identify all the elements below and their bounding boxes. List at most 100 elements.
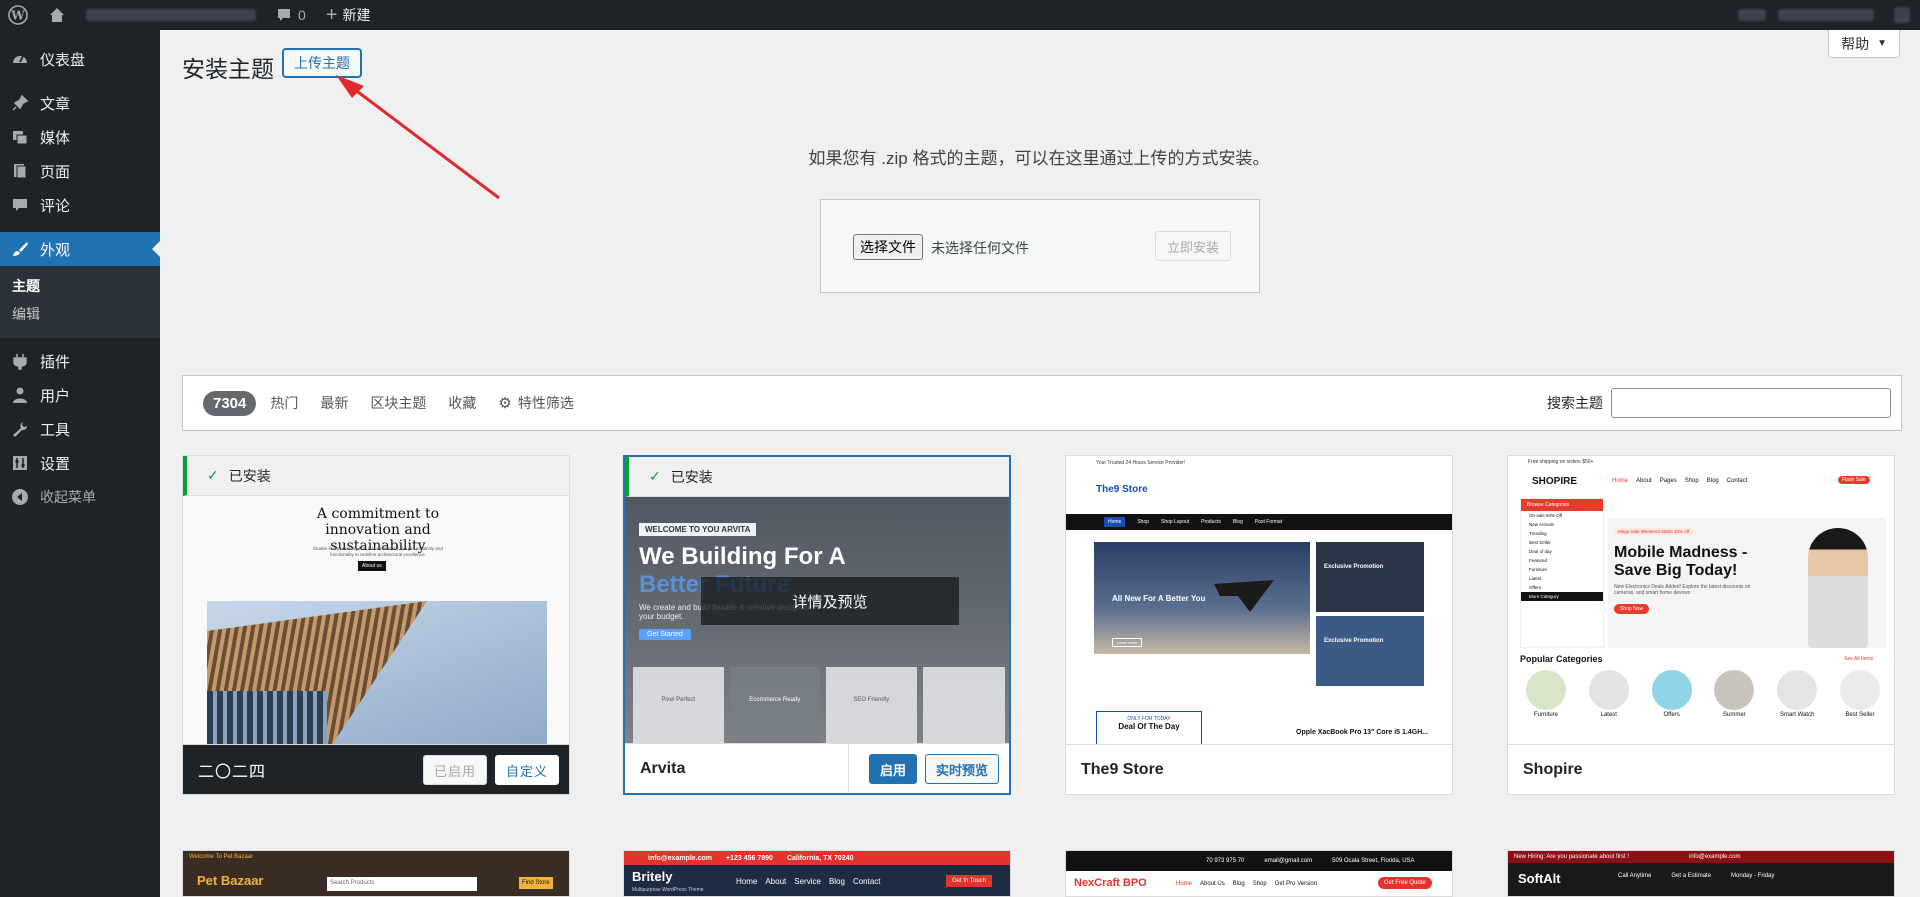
shot-button: Get Free Quote bbox=[1378, 877, 1432, 889]
shot-nav-item: Blog bbox=[1706, 478, 1719, 484]
theme-card-the9-store[interactable]: Your Trusted 24 Hours Service Provider! … bbox=[1065, 455, 1453, 795]
search-themes-input[interactable] bbox=[1611, 388, 1891, 418]
live-preview-button[interactable]: 实时预览 bbox=[924, 754, 999, 784]
theme-card-arvita[interactable]: ✓ 已安装 WELCOME TO YOU ARVITA We Building … bbox=[623, 455, 1011, 795]
dashboard-icon bbox=[10, 49, 30, 69]
shot-button: Get Started bbox=[639, 629, 691, 640]
shot-hours: Monday - Friday bbox=[1731, 873, 1775, 879]
choose-file-button[interactable]: 选择文件 bbox=[853, 234, 923, 260]
sidebar-item-appearance[interactable]: 外观 bbox=[0, 232, 160, 266]
theme-card-shopire[interactable]: Free shipping on orders $50+ SHOPIRE Hom… bbox=[1507, 455, 1895, 795]
theme-card-softalt[interactable]: New Hiring: Are you passionate about fir… bbox=[1507, 850, 1895, 897]
shot-topline: Free shipping on orders $50+ bbox=[1528, 459, 1594, 465]
submenu-item-themes[interactable]: 主题 bbox=[0, 272, 160, 300]
theme-name-bar: Shopire bbox=[1508, 744, 1894, 794]
home-icon[interactable] bbox=[38, 0, 76, 30]
sidebar-collapse-menu[interactable]: 收起菜单 bbox=[0, 480, 160, 514]
theme-name: Shopire bbox=[1523, 760, 1583, 778]
activated-button[interactable]: 已启用 bbox=[422, 755, 487, 785]
installed-banner: ✓ 已安装 bbox=[183, 456, 569, 496]
upload-theme-button[interactable]: 上传主题 bbox=[282, 48, 362, 78]
sidebar-item-users[interactable]: 用户 bbox=[0, 378, 160, 412]
shot-nav-item: Shop bbox=[1252, 881, 1267, 887]
wrench-icon bbox=[10, 419, 30, 439]
pin-icon bbox=[10, 93, 30, 113]
shot-logo: The9 Store bbox=[1096, 484, 1148, 495]
main-content: 帮助 ▼ 安装主题 上传主题 如果您有 .zip 格式的主题，可以在这里通过上传… bbox=[160, 30, 1920, 897]
shot-popular-item: Smart Watch bbox=[1779, 712, 1815, 718]
page-icon bbox=[10, 161, 30, 181]
filter-latest[interactable]: 最新 bbox=[320, 393, 348, 413]
installed-banner: ✓ 已安装 bbox=[625, 457, 1009, 497]
shot-address: 509 Ocala Street, Florida, USA bbox=[1332, 858, 1415, 864]
help-label: 帮助 bbox=[1841, 35, 1870, 52]
shot-popular-item: Best Seller bbox=[1845, 712, 1875, 718]
theme-card-nexcraft-bpo[interactable]: 70 973 975 70 email@gmail.com 509 Ocala … bbox=[1065, 850, 1453, 897]
admin-sidebar: 仪表盘 文章 媒体 页面 评论 外观 主题 编辑 插件 用户 工具 设置 收起菜… bbox=[0, 30, 160, 897]
sidebar-item-comments[interactable]: 评论 bbox=[0, 188, 160, 222]
comment-icon bbox=[10, 195, 30, 215]
shot-cat-item: Trending bbox=[1529, 531, 1547, 536]
plugin-icon bbox=[10, 351, 30, 371]
shot-cat-item: Deal of day bbox=[1529, 549, 1552, 554]
comments-link[interactable]: 0 bbox=[266, 0, 316, 30]
shot-popular-item: Furniture bbox=[1533, 712, 1558, 718]
theme-name: 二〇二四 bbox=[198, 763, 267, 781]
shot-logo: SHOPIRE bbox=[1532, 476, 1578, 487]
help-button[interactable]: 帮助 ▼ bbox=[1828, 30, 1900, 58]
shot-topline: Welcome To Pet Bazaar bbox=[189, 854, 254, 860]
customize-button[interactable]: 自定义 bbox=[494, 755, 559, 785]
shot-nav-item: Blog bbox=[1232, 519, 1243, 525]
sidebar-item-label: 仪表盘 bbox=[40, 51, 86, 69]
theme-card-britely[interactable]: info@example.com +123 456 7890 Californi… bbox=[623, 850, 1011, 897]
theme-name-bar: Arvita 启用 实时预览 bbox=[625, 743, 1009, 793]
caret-down-icon: ▼ bbox=[1877, 38, 1887, 49]
sidebar-item-pages[interactable]: 页面 bbox=[0, 154, 160, 188]
shot-location: California, TX 70240 bbox=[786, 854, 854, 862]
shot-nav-item: About bbox=[1636, 478, 1652, 484]
sidebar-item-plugins[interactable]: 插件 bbox=[0, 344, 160, 378]
submenu-item-editor[interactable]: 编辑 bbox=[0, 300, 160, 328]
theme-card-twentytwentyfour[interactable]: ✓ 已安装 A commitment to innovation and sus… bbox=[182, 455, 570, 795]
filter-popular[interactable]: 热门 bbox=[270, 393, 298, 413]
site-name-blurred[interactable] bbox=[76, 0, 266, 30]
sidebar-item-label: 收起菜单 bbox=[40, 489, 96, 505]
theme-filter-bar: 7304 热门 最新 区块主题 收藏 ⚙ 特性筛选 搜索主题 bbox=[182, 375, 1902, 431]
shot-search: Search Products bbox=[327, 877, 477, 891]
appearance-submenu: 主题 编辑 bbox=[0, 266, 160, 338]
sidebar-item-media[interactable]: 媒体 bbox=[0, 120, 160, 154]
sidebar-item-dashboard[interactable]: 仪表盘 bbox=[0, 42, 160, 76]
shot-deal-box: ONLY FOR TODAY Deal Of The Day bbox=[1096, 711, 1202, 746]
shot-cat-item: Featured bbox=[1529, 558, 1548, 563]
shot-nav-item: Post Format bbox=[1254, 519, 1283, 525]
sidebar-item-settings[interactable]: 设置 bbox=[0, 446, 160, 480]
installed-label: 已安装 bbox=[670, 468, 713, 485]
sidebar-item-posts[interactable]: 文章 bbox=[0, 86, 160, 120]
svg-text:W: W bbox=[10, 9, 25, 23]
collapse-icon bbox=[10, 487, 30, 507]
user-avatar[interactable] bbox=[1884, 0, 1920, 30]
details-preview-overlay[interactable]: 详情及预览 bbox=[701, 577, 959, 625]
activate-button[interactable]: 启用 bbox=[868, 754, 917, 784]
wordpress-logo-icon[interactable]: W bbox=[0, 0, 38, 30]
shot-hero: Mega Sale Weekend Starts 30% off Mobile … bbox=[1608, 518, 1886, 648]
feature-filter-button[interactable]: ⚙ 特性筛选 bbox=[498, 393, 573, 413]
install-now-button[interactable]: 立即安装 bbox=[1155, 231, 1232, 261]
new-content-link[interactable]: + 新建 bbox=[316, 0, 381, 30]
upload-description: 如果您有 .zip 格式的主题，可以在这里通过上传的方式安装。 bbox=[808, 149, 1270, 168]
sidebar-item-label: 评论 bbox=[40, 197, 71, 215]
filter-favorites[interactable]: 收藏 bbox=[448, 393, 476, 413]
user-greeting-blurred[interactable] bbox=[1728, 0, 1884, 30]
shot-hero-title: Mobile Madness - Save Big Today! bbox=[1614, 544, 1748, 579]
shot-browse-title: Browse Categories bbox=[1521, 499, 1603, 511]
shot-nav: Home About Us Blog Shop Get Pro Version bbox=[1176, 881, 1317, 887]
shot-cat-item: More Category bbox=[1521, 592, 1603, 601]
theme-card-pet-bazaar[interactable]: Welcome To Pet Bazaar Pet Bazaar Search … bbox=[182, 850, 570, 897]
shot-nav-item: Home bbox=[736, 877, 758, 886]
filter-block-themes[interactable]: 区块主题 bbox=[370, 393, 426, 413]
shot-topbar: 70 973 975 70 email@gmail.com 509 Ocala … bbox=[1066, 851, 1452, 871]
sidebar-item-tools[interactable]: 工具 bbox=[0, 412, 160, 446]
shot-topbar: New Hiring: Are you passionate about fir… bbox=[1508, 851, 1894, 863]
theme-name: The9 Store bbox=[1081, 760, 1164, 778]
shot-popular-row: Furniture Latest Offers Summer Smart Wat… bbox=[1518, 670, 1888, 718]
